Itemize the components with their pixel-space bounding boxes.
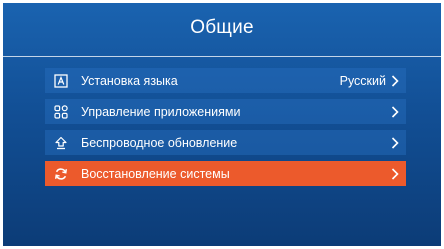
menu-item-app-management[interactable]: Управление приложениями — [45, 99, 406, 124]
menu-item-wireless-update[interactable]: Беспроводное обновление — [45, 130, 406, 155]
menu-item-label: Управление приложениями — [81, 104, 241, 119]
menu-item-label: Восстановление системы — [81, 166, 230, 181]
menu-item-language[interactable]: Установка языка Русский — [45, 68, 406, 93]
settings-menu: Установка языка Русский Управление прило… — [45, 68, 406, 192]
page-title: Общие — [190, 17, 254, 38]
title-divider — [3, 56, 441, 57]
chevron-right-icon — [390, 74, 400, 88]
apps-grid-icon — [53, 104, 69, 120]
menu-item-system-restore[interactable]: Восстановление системы — [45, 161, 406, 186]
language-icon — [53, 73, 69, 89]
chevron-right-icon — [390, 167, 400, 181]
chevron-right-icon — [390, 136, 400, 150]
menu-item-label: Беспроводное обновление — [81, 135, 238, 150]
settings-screen: Общие Установка языка Русский Управление… — [3, 3, 441, 246]
update-arrow-icon — [53, 135, 69, 151]
menu-item-label: Установка языка — [81, 73, 178, 88]
language-value: Русский — [339, 73, 386, 88]
chevron-right-icon — [390, 105, 400, 119]
refresh-icon — [53, 166, 69, 182]
